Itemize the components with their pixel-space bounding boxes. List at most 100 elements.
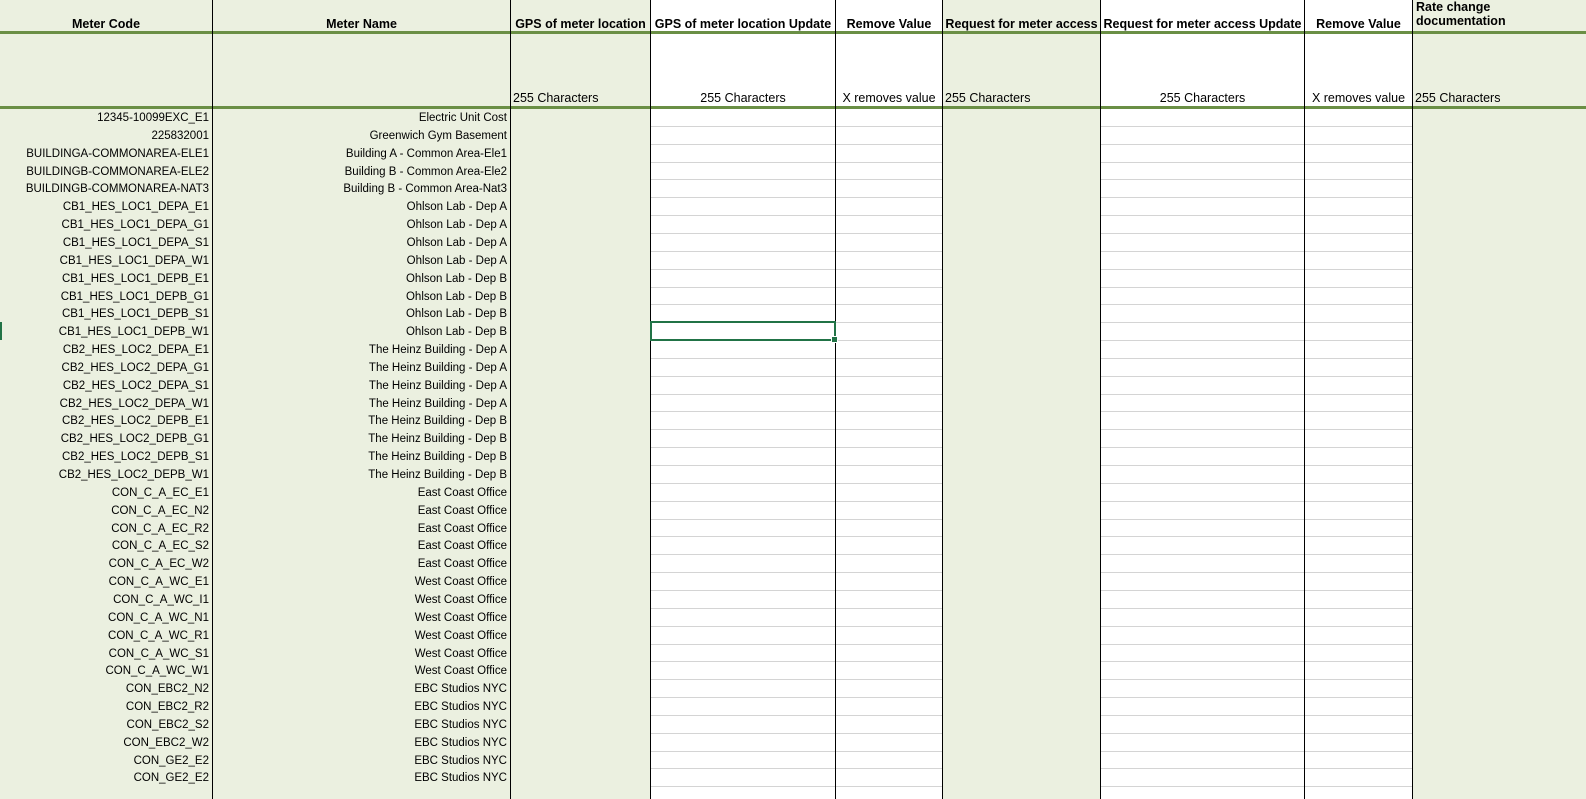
subheader-remove-value-1[interactable]: X removes value	[836, 88, 942, 105]
row-gridline	[1101, 251, 1304, 252]
header-remove-value-1[interactable]: Remove Value	[836, 0, 942, 31]
meter-code-cell[interactable]: CB2_HES_LOC2_DEPB_S1	[0, 448, 212, 466]
meter-name-cell[interactable]: The Heinz Building - Dep A	[213, 377, 510, 395]
meter-code-cell[interactable]: CB1_HES_LOC1_DEPA_E1	[0, 198, 212, 216]
meter-name-cell[interactable]: The Heinz Building - Dep B	[213, 448, 510, 466]
meter-code-cell[interactable]: CB1_HES_LOC1_DEPB_E1	[0, 270, 212, 288]
meter-code-cell[interactable]: CON_C_A_EC_E1	[0, 484, 212, 502]
meter-code-cell[interactable]: CB2_HES_LOC2_DEPB_G1	[0, 430, 212, 448]
meter-name-cell[interactable]: Ohlson Lab - Dep B	[213, 305, 510, 323]
meter-name-cell[interactable]: Ohlson Lab - Dep B	[213, 323, 510, 341]
meter-name-cell[interactable]: The Heinz Building - Dep B	[213, 412, 510, 430]
meter-code-cell[interactable]: BUILDINGA-COMMONAREA-ELE1	[0, 145, 212, 163]
subheader-rate-change[interactable]: 255 Characters	[1413, 88, 1586, 105]
header-request-access[interactable]: Request for meter access	[943, 0, 1100, 31]
header-meter-name[interactable]: Meter Name	[213, 0, 510, 31]
meter-name-cell[interactable]: East Coast Office	[213, 555, 510, 573]
meter-code-cell[interactable]: CON_EBC2_S2	[0, 716, 212, 734]
meter-code-cell[interactable]: CB2_HES_LOC2_DEPB_E1	[0, 412, 212, 430]
meter-code-cell[interactable]: CB1_HES_LOC1_DEPA_G1	[0, 216, 212, 234]
meter-name-cell[interactable]: East Coast Office	[213, 502, 510, 520]
meter-code-cell[interactable]: CON_EBC2_R2	[0, 698, 212, 716]
meter-name-cell[interactable]: West Coast Office	[213, 591, 510, 609]
meter-name-cell[interactable]: Ohlson Lab - Dep A	[213, 252, 510, 270]
meter-code-cell[interactable]: CB1_HES_LOC1_DEPA_S1	[0, 234, 212, 252]
meter-name-cell[interactable]: West Coast Office	[213, 627, 510, 645]
meter-code-cell[interactable]: CON_C_A_WC_I1	[0, 591, 212, 609]
meter-code-cell[interactable]: CB1_HES_LOC1_DEPB_S1	[0, 305, 212, 323]
header-meter-code[interactable]: Meter Code	[0, 0, 212, 31]
row-gridline	[651, 590, 835, 591]
meter-code-cell[interactable]: CB2_HES_LOC2_DEPA_W1	[0, 395, 212, 413]
meter-code-cell[interactable]: CON_EBC2_W2	[0, 734, 212, 752]
meter-name-cell[interactable]: Ohlson Lab - Dep A	[213, 234, 510, 252]
meter-name-cell[interactable]: West Coast Office	[213, 662, 510, 680]
subheader-request-access[interactable]: 255 Characters	[943, 88, 1100, 105]
meter-name-cell[interactable]: The Heinz Building - Dep A	[213, 341, 510, 359]
header-rate-change[interactable]: Rate change documentation	[1413, 0, 1553, 31]
meter-name-cell[interactable]: Ohlson Lab - Dep A	[213, 198, 510, 216]
meter-code-cell[interactable]: CB2_HES_LOC2_DEPA_E1	[0, 341, 212, 359]
meter-code-cell[interactable]: CON_C_A_EC_R2	[0, 520, 212, 538]
row-gridline	[651, 251, 835, 252]
meter-code-cell[interactable]: BUILDINGB-COMMONAREA-ELE2	[0, 163, 212, 181]
meter-code-cell[interactable]: CB2_HES_LOC2_DEPA_G1	[0, 359, 212, 377]
selected-cell[interactable]	[650, 321, 838, 343]
meter-code-cell[interactable]: CON_C_A_WC_N1	[0, 609, 212, 627]
meter-code-cell[interactable]: CON_C_A_EC_W2	[0, 555, 212, 573]
meter-code-cell[interactable]: CB2_HES_LOC2_DEPB_W1	[0, 466, 212, 484]
subheader-request-access-update[interactable]: 255 Characters	[1101, 88, 1304, 105]
meter-name-cell[interactable]: EBC Studios NYC	[213, 698, 510, 716]
meter-code-cell[interactable]: CON_EBC2_N2	[0, 680, 212, 698]
meter-code-cell[interactable]: CON_C_A_EC_N2	[0, 502, 212, 520]
meter-name-cell[interactable]: EBC Studios NYC	[213, 680, 510, 698]
subheader-gps[interactable]: 255 Characters	[511, 88, 650, 105]
header-gps[interactable]: GPS of meter location	[511, 0, 650, 31]
meter-name-cell[interactable]: Ohlson Lab - Dep B	[213, 270, 510, 288]
meter-name-cell[interactable]: East Coast Office	[213, 520, 510, 538]
meter-code-cell[interactable]: CB1_HES_LOC1_DEPA_W1	[0, 252, 212, 270]
meter-name-cell[interactable]: The Heinz Building - Dep A	[213, 359, 510, 377]
meter-name-cell[interactable]: West Coast Office	[213, 573, 510, 591]
meter-name-cell[interactable]: EBC Studios NYC	[213, 734, 510, 752]
meter-name-cell[interactable]: Building A - Common Area-Ele1	[213, 145, 510, 163]
meter-code-cell[interactable]: 12345-10099EXC_E1	[0, 109, 212, 127]
header-remove-value-2[interactable]: Remove Value	[1305, 0, 1412, 31]
meter-name-cell[interactable]: Ohlson Lab - Dep B	[213, 288, 510, 306]
meter-name-cell[interactable]: West Coast Office	[213, 609, 510, 627]
meter-code-cell[interactable]: CON_GE2_E2	[0, 752, 212, 770]
meter-name-cell[interactable]: The Heinz Building - Dep B	[213, 430, 510, 448]
meter-code-cell[interactable]: CON_C_A_WC_E1	[0, 573, 212, 591]
meter-name-cell[interactable]: The Heinz Building - Dep B	[213, 466, 510, 484]
meter-code-cell[interactable]: CB1_HES_LOC1_DEPB_G1	[0, 288, 212, 306]
subheader-remove-value-2[interactable]: X removes value	[1305, 88, 1412, 105]
meter-name-cell[interactable]: EBC Studios NYC	[213, 716, 510, 734]
meter-code-cell[interactable]: CON_C_A_EC_S2	[0, 537, 212, 555]
meter-code-cell[interactable]: BUILDINGB-COMMONAREA-NAT3	[0, 180, 212, 198]
meter-name-cell[interactable]: The Heinz Building - Dep A	[213, 395, 510, 413]
meter-name-cell[interactable]: Ohlson Lab - Dep A	[213, 216, 510, 234]
meter-code-cell[interactable]: CON_C_A_WC_W1	[0, 662, 212, 680]
meter-code-cell[interactable]: 225832001	[0, 127, 212, 145]
meter-code-cell[interactable]: CB2_HES_LOC2_DEPA_S1	[0, 377, 212, 395]
meter-name-cell[interactable]: East Coast Office	[213, 484, 510, 502]
meter-code-cell[interactable]: CON_GE2_E2	[0, 769, 212, 787]
meter-name-cell[interactable]: EBC Studios NYC	[213, 752, 510, 770]
meter-name-cell[interactable]: Electric Unit Cost	[213, 109, 510, 127]
row-gridline	[651, 572, 835, 573]
meter-name-cell[interactable]: Building B - Common Area-Nat3	[213, 180, 510, 198]
meter-name-cell[interactable]: Building B - Common Area-Ele2	[213, 163, 510, 181]
row-gridline	[1305, 751, 1412, 752]
meter-code-cell[interactable]: CON_C_A_WC_S1	[0, 645, 212, 663]
meter-name-cell[interactable]: EBC Studios NYC	[213, 769, 510, 787]
header-request-access-update[interactable]: Request for meter access Update	[1101, 0, 1304, 31]
meter-name-cell[interactable]: East Coast Office	[213, 537, 510, 555]
subheader-gps-update[interactable]: 255 Characters	[651, 88, 835, 105]
meter-code-cell[interactable]: CB1_HES_LOC1_DEPB_W1	[0, 323, 212, 341]
header-gps-update[interactable]: GPS of meter location Update	[651, 0, 835, 31]
meter-name-cell[interactable]: West Coast Office	[213, 645, 510, 663]
meter-code-cell[interactable]: CON_C_A_WC_R1	[0, 627, 212, 645]
fill-handle[interactable]	[831, 336, 838, 343]
meter-name-cell[interactable]: Greenwich Gym Basement	[213, 127, 510, 145]
row-gridline	[836, 768, 942, 769]
